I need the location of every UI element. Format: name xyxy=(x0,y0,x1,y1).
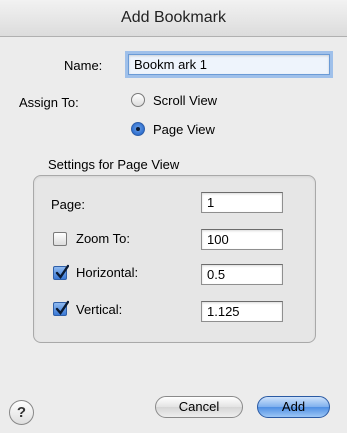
vertical-field[interactable]: 1.125 xyxy=(201,301,283,322)
settings-group-title: Settings for Page View xyxy=(48,157,180,172)
add-button[interactable]: Add xyxy=(257,396,330,418)
zoom-to-checkbox[interactable] xyxy=(53,232,67,246)
checkmark-icon xyxy=(55,264,69,279)
title-bar: Add Bookmark xyxy=(0,0,347,37)
vertical-checkbox[interactable] xyxy=(53,300,69,316)
zoom-to-label[interactable]: Zoom To: xyxy=(76,231,130,246)
page-field[interactable]: 1 xyxy=(201,192,283,213)
window-title: Add Bookmark xyxy=(121,9,226,26)
name-label: Name: xyxy=(64,58,103,73)
page-view-radio[interactable] xyxy=(131,122,145,136)
zoom-to-field[interactable]: 100 xyxy=(201,229,283,250)
page-view-label[interactable]: Page View xyxy=(153,122,215,137)
horizontal-label[interactable]: Horizontal: xyxy=(76,265,138,280)
scroll-view-label[interactable]: Scroll View xyxy=(153,93,217,108)
checkmark-icon xyxy=(55,300,69,315)
name-field[interactable]: Bookm ark 1 xyxy=(128,54,330,75)
page-label: Page: xyxy=(51,197,85,212)
help-button[interactable]: ? xyxy=(9,400,34,425)
horizontal-field[interactable]: 0.5 xyxy=(201,264,283,285)
assign-to-label: Assign To: xyxy=(19,95,79,110)
cancel-button[interactable]: Cancel xyxy=(155,396,243,418)
horizontal-checkbox[interactable] xyxy=(53,264,69,280)
scroll-view-radio[interactable] xyxy=(131,93,145,107)
vertical-label[interactable]: Vertical: xyxy=(76,302,122,317)
